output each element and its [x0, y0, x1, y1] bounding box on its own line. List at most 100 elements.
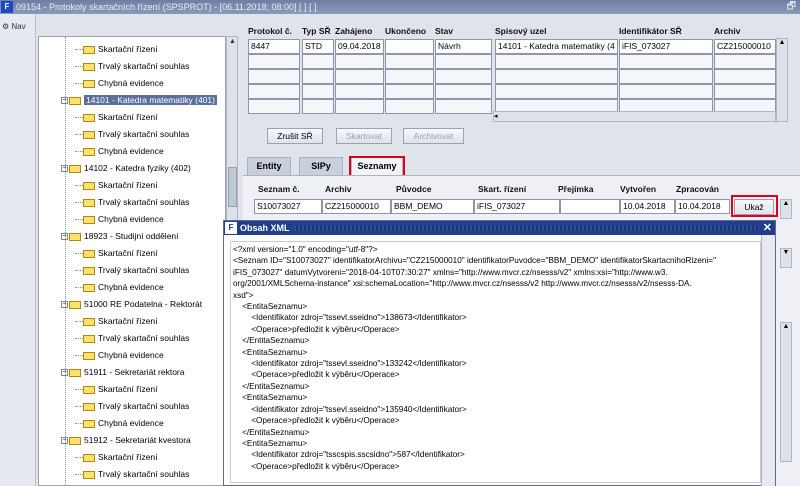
- tab-entity[interactable]: Entity: [247, 157, 291, 175]
- tree-node-unit[interactable]: −51912 - Sekretariát kvestora: [61, 432, 191, 449]
- seznam-column-header[interactable]: Skart. řízení: [478, 184, 526, 194]
- protocol-cell[interactable]: 14101 - Katedra matematiky (4: [495, 39, 618, 54]
- navigator-button[interactable]: ⚙ Nav: [2, 22, 26, 31]
- show-xml-button[interactable]: Ukaž: [734, 199, 774, 215]
- protocol-empty-cell[interactable]: [435, 99, 492, 114]
- tree-node-item[interactable]: Chybná evidence: [83, 211, 164, 228]
- protocol-empty-cell[interactable]: [495, 84, 618, 99]
- seznam-column-header[interactable]: Archiv: [325, 184, 351, 194]
- protocol-empty-cell[interactable]: [619, 84, 713, 99]
- seznam-cell[interactable]: CZ215000010: [322, 199, 391, 214]
- seznam-cell[interactable]: S10073027: [254, 199, 322, 214]
- protocol-empty-cell[interactable]: [714, 69, 776, 84]
- protocol-empty-cell[interactable]: [302, 99, 334, 114]
- protocol-empty-cell[interactable]: [619, 69, 713, 84]
- seznam-column-header[interactable]: Zpracován: [676, 184, 719, 194]
- protocol-empty-cell[interactable]: [385, 99, 434, 114]
- seznam-column-header[interactable]: Vytvořen: [620, 184, 656, 194]
- close-icon[interactable]: ✕: [763, 221, 772, 235]
- protocol-column-header[interactable]: Stav: [435, 26, 453, 36]
- scroll-up-arrow-icon[interactable]: ▲: [228, 38, 237, 48]
- seznam-column-header[interactable]: Původce: [396, 184, 431, 194]
- protocol-empty-cell[interactable]: [435, 54, 492, 69]
- protocol-empty-cell[interactable]: [248, 99, 300, 114]
- tree-node-unit[interactable]: −14102 - Katedra fyziky (402): [61, 160, 191, 177]
- protocol-column-header[interactable]: Archiv: [714, 26, 740, 36]
- tree-node-item[interactable]: Trvalý skartační souhlas: [83, 58, 189, 75]
- protocol-empty-cell[interactable]: [248, 84, 300, 99]
- tree-node-item[interactable]: Trvalý skartační souhlas: [83, 126, 189, 143]
- seznamy-scrollbar[interactable]: ▲: [780, 199, 792, 219]
- seznam-cell[interactable]: BBM_DEMO: [391, 199, 474, 214]
- seznam-column-header[interactable]: Seznam č.: [258, 184, 300, 194]
- tree-node-item[interactable]: Skartační řízení: [83, 245, 158, 262]
- tree-node-item[interactable]: Trvalý skartační souhlas: [83, 262, 189, 279]
- protocol-empty-cell[interactable]: [248, 69, 300, 84]
- tree-node-item[interactable]: Chybná evidence: [83, 279, 164, 296]
- protocol-empty-cell[interactable]: [302, 54, 334, 69]
- tree-node-item[interactable]: Trvalý skartační souhlas: [83, 330, 189, 347]
- right-scroll-down[interactable]: ▼: [780, 248, 792, 268]
- tree-node-unit[interactable]: −51911 - Sekretariát rektora: [61, 364, 184, 381]
- protocol-empty-cell[interactable]: [335, 54, 384, 69]
- seznam-cell[interactable]: iFIS_073027: [474, 199, 560, 214]
- tree-node-item[interactable]: Skartační řízení: [83, 41, 158, 58]
- protocol-cell[interactable]: 09.04.2018: [335, 39, 384, 54]
- protocol-empty-cell[interactable]: [302, 69, 334, 84]
- protocol-empty-cell[interactable]: [385, 69, 434, 84]
- cancel-procedure-button[interactable]: Zrušit SŘ: [267, 128, 323, 144]
- xml-content-textarea[interactable]: <?xml version="1.0" encoding="utf-8"?> <S…: [230, 241, 761, 483]
- protocol-cell[interactable]: CZ215000010: [714, 39, 776, 54]
- protocol-cell[interactable]: 8447: [248, 39, 300, 54]
- protocol-empty-cell[interactable]: [385, 84, 434, 99]
- tree-node-item[interactable]: Chybná evidence: [83, 143, 164, 160]
- protocol-empty-cell[interactable]: [385, 54, 434, 69]
- tree-node-item[interactable]: Trvalý skartační souhlas: [83, 194, 189, 211]
- protocol-empty-cell[interactable]: [619, 54, 713, 69]
- protocol-grid-hscrollbar[interactable]: ◂: [493, 111, 776, 122]
- protocol-empty-cell[interactable]: [248, 54, 300, 69]
- protocol-empty-cell[interactable]: [335, 99, 384, 114]
- seznam-column-header[interactable]: Přejímka: [558, 184, 593, 194]
- shred-button[interactable]: Skartovat: [336, 128, 392, 144]
- tree-node-unit[interactable]: −51000 RE Podatelna - Rektorát: [61, 296, 202, 313]
- protocol-column-header[interactable]: Ukončeno: [385, 26, 426, 36]
- protocol-cell[interactable]: STD: [302, 39, 334, 54]
- protocol-cell[interactable]: Návrh: [435, 39, 492, 54]
- archive-button[interactable]: Archivovat: [403, 128, 464, 144]
- tree-node-item[interactable]: Trvalý skartační souhlas: [83, 398, 189, 415]
- tree-node-item[interactable]: Skartační řízení: [83, 381, 158, 398]
- protocol-column-header[interactable]: Protokol č.: [248, 26, 292, 36]
- organization-tree[interactable]: Skartační řízení Trvalý skartační souhlas…: [38, 36, 226, 486]
- tree-node-unit[interactable]: −14101 - Katedra matematiky (401): [61, 92, 217, 109]
- tree-scroll-thumb[interactable]: [228, 167, 237, 207]
- tree-node-item[interactable]: Skartační řízení: [83, 177, 158, 194]
- protocol-column-header[interactable]: Typ SŘ: [302, 26, 331, 36]
- right-panel-scrollbar[interactable]: ▲: [780, 322, 792, 462]
- tab-sipy[interactable]: SIPy: [299, 157, 343, 175]
- protocol-empty-cell[interactable]: [302, 84, 334, 99]
- tree-node-item[interactable]: Skartační řízení: [83, 449, 158, 466]
- tree-node-item[interactable]: Skartační řízení: [83, 109, 158, 126]
- protocol-empty-cell[interactable]: [495, 69, 618, 84]
- protocol-empty-cell[interactable]: [435, 84, 492, 99]
- xml-scrollbar[interactable]: [761, 235, 775, 486]
- protocol-empty-cell[interactable]: [714, 54, 776, 69]
- protocol-cell[interactable]: [385, 39, 434, 54]
- protocol-empty-cell[interactable]: [495, 54, 618, 69]
- protocol-empty-cell[interactable]: [335, 69, 384, 84]
- protocol-empty-cell[interactable]: [714, 84, 776, 99]
- protocol-column-header[interactable]: Identifikátor SŘ: [619, 26, 682, 36]
- tree-node-item[interactable]: Trvalý skartační souhlas: [83, 466, 189, 483]
- restore-icon[interactable]: 🗗: [787, 0, 796, 14]
- tab-seznamy[interactable]: Seznamy: [351, 157, 403, 175]
- tree-node-item[interactable]: Chybná evidence: [83, 415, 164, 432]
- protocol-column-header[interactable]: Zahájeno: [335, 26, 372, 36]
- protocol-column-header[interactable]: Spisový uzel: [495, 26, 547, 36]
- tree-node-item[interactable]: Skartační řízení: [83, 313, 158, 330]
- protocol-grid-scrollbar[interactable]: ▲: [776, 38, 788, 122]
- seznam-cell[interactable]: 10.04.2018: [620, 199, 675, 214]
- tree-node-unit[interactable]: −18923 - Studijní oddělení: [61, 228, 179, 245]
- protocol-cell[interactable]: iFIS_073027: [619, 39, 713, 54]
- seznam-cell[interactable]: [560, 199, 620, 214]
